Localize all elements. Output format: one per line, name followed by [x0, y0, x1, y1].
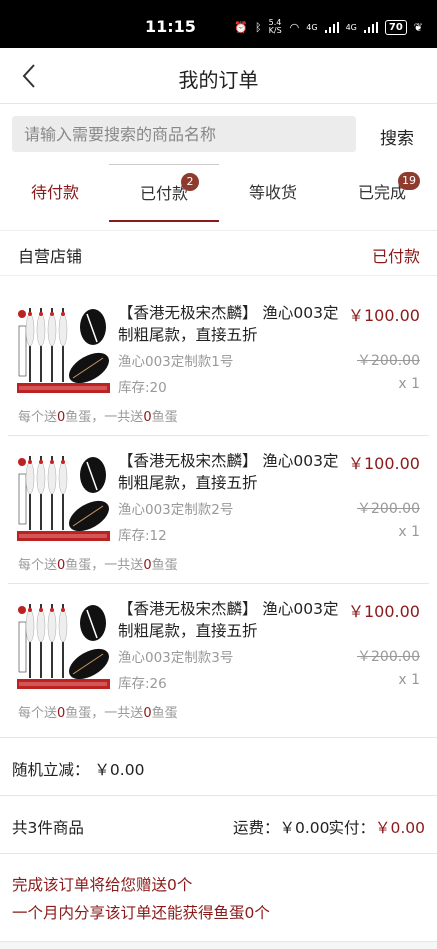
gift-prefix: 每个送	[18, 706, 58, 721]
product-price: ￥100.00	[348, 306, 420, 325]
product-price: ￥100.00	[348, 454, 420, 473]
product-quantity: x 1	[398, 376, 420, 392]
product-stock: 库存:26	[118, 676, 167, 692]
product-stock: 库存:20	[118, 380, 167, 396]
bluetooth-icon: ᛒ	[255, 20, 262, 34]
status-time: 11:15	[145, 17, 196, 36]
shipping-fee: 运费：￥0.00	[233, 819, 330, 837]
gift-prefix: 每个送	[18, 558, 58, 573]
product-thumbnail	[17, 302, 110, 395]
order-summary: 共3件商品 运费：￥0.00 实付：￥0.00	[0, 796, 437, 854]
gift-suffix: 鱼蛋	[151, 410, 178, 425]
gift-middle: 鱼蛋，一共送	[65, 706, 144, 721]
product-spec: 渔心003定制款2号	[118, 502, 234, 518]
network-speed: 5.4 K/S	[268, 18, 282, 35]
gift-suffix: 鱼蛋	[151, 706, 178, 721]
signal-2-label: 4G	[345, 22, 357, 32]
order-item[interactable]: 【香港无极宋杰麟】 渔心003定制粗尾款，直接五折 ￥100.00 渔心003定…	[0, 288, 437, 436]
paid-total: 实付：￥0.00	[328, 816, 425, 838]
page-title: 我的订单	[178, 68, 259, 92]
tab-awaiting-receipt[interactable]: 等收货	[218, 164, 328, 222]
tab-pending-payment[interactable]: 待付款	[0, 164, 110, 222]
order-item[interactable]: 【香港无极宋杰麟】 渔心003定制粗尾款，直接五折 ￥100.00 渔心003定…	[0, 584, 437, 732]
product-spec: 渔心003定制款1号	[118, 354, 234, 370]
shop-name: 自营店铺	[18, 247, 83, 266]
product-quantity: x 1	[398, 672, 420, 688]
tab-label: 等收货	[248, 183, 297, 202]
signal-2-icon	[363, 21, 378, 33]
wifi-icon: ◠	[289, 20, 300, 34]
status-bar: 11:15 ⏰ ᛒ 5.4 K/S ◠ 4G 4G 70 ❦	[0, 0, 437, 48]
promo-gift-text: 完成该订单将给您赠送0个	[12, 876, 193, 894]
original-price: ￥200.00	[357, 353, 420, 369]
original-price: ￥200.00	[357, 649, 420, 665]
gift-middle: 鱼蛋，一共送	[65, 558, 144, 573]
item-count: 共3件商品	[12, 819, 84, 837]
tab-paid[interactable]: 已付款 2	[109, 164, 219, 222]
tab-label: 已付款	[139, 184, 188, 203]
promo-share-text: 一个月内分享该订单还能获得鱼蛋0个	[12, 904, 270, 922]
status-icons: ⏰ ᛒ 5.4 K/S ◠ 4G 4G 70 ❦	[234, 19, 423, 35]
product-price: ￥100.00	[348, 602, 420, 621]
bottom-bar	[0, 941, 437, 949]
gift-prefix: 每个送	[18, 410, 58, 425]
order-tabs: 待付款 已付款 2 等收货 已完成 19	[0, 164, 437, 222]
product-thumbnail	[17, 450, 110, 543]
product-title: 【香港无极宋杰麟】 渔心003定制粗尾款，直接五折	[118, 452, 339, 492]
gift-middle: 鱼蛋，一共送	[65, 410, 144, 425]
discount-text: 随机立减： ￥0.00	[12, 761, 145, 779]
gift-info: 每个送0鱼蛋，一共送0鱼蛋	[18, 406, 178, 425]
gift-total: 0	[143, 410, 152, 425]
order-item[interactable]: 【香港无极宋杰麟】 渔心003定制粗尾款，直接五折 ￥100.00 渔心003定…	[0, 436, 437, 584]
alarm-icon: ⏰	[234, 20, 249, 34]
original-price: ￥200.00	[357, 501, 420, 517]
tab-completed[interactable]: 已完成 19	[327, 164, 437, 222]
paid-label: 实付：	[328, 819, 375, 837]
product-stock: 库存:12	[118, 528, 167, 544]
gift-total: 0	[143, 706, 152, 721]
signal-1-label: 4G	[306, 22, 318, 32]
shop-header: 自营店铺 已付款	[0, 230, 437, 276]
order-status: 已付款	[371, 247, 420, 266]
gift-info: 每个送0鱼蛋，一共送0鱼蛋	[18, 554, 178, 573]
discount-row: 随机立减： ￥0.00	[0, 737, 437, 796]
gift-suffix: 鱼蛋	[151, 558, 178, 573]
search-input[interactable]	[12, 116, 356, 152]
product-title: 【香港无极宋杰麟】 渔心003定制粗尾款，直接五折	[118, 304, 339, 344]
product-quantity: x 1	[398, 524, 420, 540]
tab-badge: 2	[181, 173, 199, 191]
search-button[interactable]: 搜索	[380, 124, 414, 149]
product-thumbnail	[17, 598, 110, 691]
paid-amount: ￥0.00	[374, 819, 425, 837]
tab-badge: 19	[398, 172, 420, 190]
product-spec: 渔心003定制款3号	[118, 650, 234, 666]
navbar: 我的订单	[0, 48, 437, 104]
signal-1-icon	[324, 21, 339, 33]
gift-total: 0	[143, 558, 152, 573]
leaf-icon: ❦	[413, 20, 423, 34]
tab-label: 待付款	[30, 183, 79, 202]
battery-icon: 70	[384, 19, 407, 35]
product-title: 【香港无极宋杰麟】 渔心003定制粗尾款，直接五折	[118, 600, 339, 640]
gift-info: 每个送0鱼蛋，一共送0鱼蛋	[18, 702, 178, 721]
